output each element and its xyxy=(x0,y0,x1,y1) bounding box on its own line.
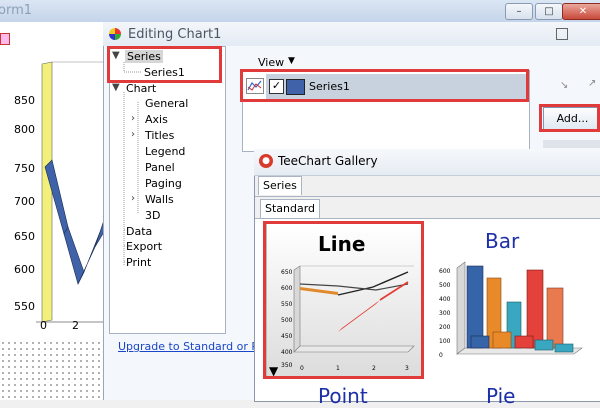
tree-item-paging[interactable]: Paging xyxy=(145,177,182,190)
design-grid-dots xyxy=(0,340,105,400)
x-tick-label: 2 xyxy=(72,319,79,332)
bar-thumb-y-tick: 400 xyxy=(439,296,451,303)
series-segment xyxy=(63,226,85,285)
y-tick-label: 650 xyxy=(14,230,35,243)
y-tick-label: 700 xyxy=(14,195,35,208)
highlight-series-tree xyxy=(107,46,222,83)
view-menu[interactable]: View xyxy=(258,56,284,69)
bar-thumb-y-tick: 200 xyxy=(439,324,451,331)
y-tick-label: 750 xyxy=(14,162,35,175)
gallery-tab-strip xyxy=(255,176,600,196)
bar-chart-thumbnail[interactable] xyxy=(437,258,597,368)
gallery-item-point-label[interactable]: Point xyxy=(318,384,368,408)
y-tick-label: 550 xyxy=(14,300,35,313)
bar-thumb-y-tick: 0 xyxy=(439,352,443,359)
bar-thumb-y-tick: 300 xyxy=(439,310,451,317)
bar-thumb-y-tick: 500 xyxy=(439,282,451,289)
tree-item-panel[interactable]: Panel xyxy=(145,161,175,174)
y-tick-label: 600 xyxy=(14,263,35,276)
move-up-icon[interactable]: ↘ xyxy=(560,80,568,91)
y-tick-label: 800 xyxy=(14,123,35,136)
maximize-button[interactable]: □ xyxy=(535,3,563,20)
tree-item-titles[interactable]: Titles xyxy=(145,129,174,142)
minimize-button[interactable]: – xyxy=(505,3,533,20)
bar-thumb-y-tick: 100 xyxy=(439,338,451,345)
dialog-maximize-icon[interactable] xyxy=(556,28,568,40)
highlight-add-button xyxy=(539,104,600,132)
tab-standard[interactable]: Standard xyxy=(260,199,321,218)
highlight-series-row xyxy=(240,69,529,102)
tree-item-legend[interactable]: Legend xyxy=(145,145,185,158)
gallery-item-bar-label: Bar xyxy=(485,229,520,253)
dialog-title: Editing Chart1 xyxy=(128,27,222,42)
gallery-app-icon: ● xyxy=(259,154,273,168)
background-chart xyxy=(36,61,110,323)
tree-item-walls[interactable]: Walls xyxy=(145,193,174,206)
gallery-item-pie-label[interactable]: Pie xyxy=(486,384,515,408)
move-down-icon[interactable]: ↗ xyxy=(588,78,596,89)
x-tick-label: 0 xyxy=(40,319,47,332)
secondary-button-edge[interactable] xyxy=(543,140,600,148)
tree-item-general[interactable]: General xyxy=(145,97,188,110)
chart-left-wall xyxy=(41,61,53,323)
y-tick-label: 850 xyxy=(14,94,35,107)
gallery-title: TeeChart Gallery xyxy=(278,154,378,168)
series-segment xyxy=(77,231,101,285)
close-button[interactable]: ✕ xyxy=(562,3,600,20)
chevron-down-icon[interactable]: ▼ xyxy=(288,56,295,66)
tab-series[interactable]: Series xyxy=(258,176,302,195)
teechart-icon xyxy=(109,28,121,40)
tree-item-axis[interactable]: Axis xyxy=(145,113,168,126)
highlight-line-item xyxy=(263,221,424,379)
tree-lines xyxy=(123,62,142,266)
background-form-title: orm1 xyxy=(0,3,33,18)
bar-thumb-y-tick: 600 xyxy=(439,268,451,275)
